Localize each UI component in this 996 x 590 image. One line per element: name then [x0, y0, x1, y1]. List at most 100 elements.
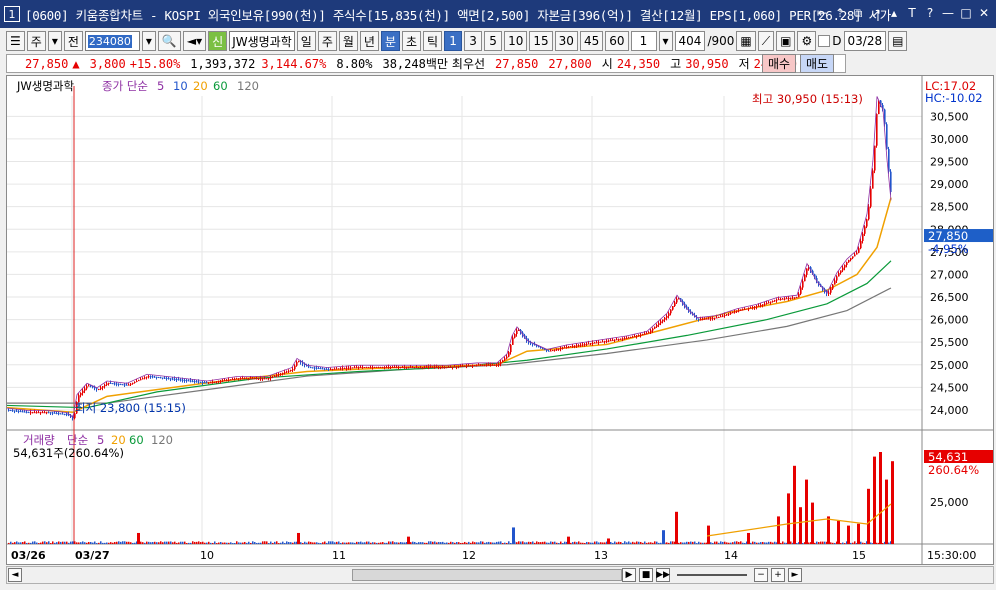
volume-bar: [864, 543, 866, 544]
volume-bar: [176, 542, 178, 544]
code-dropdown-icon[interactable]: ▾: [141, 31, 156, 51]
volume-bar: [556, 542, 558, 544]
volume-bar: [58, 541, 60, 544]
fast-forward-icon[interactable]: ▶▶: [656, 568, 670, 582]
candle-body: [450, 366, 452, 368]
count-total: /900: [707, 34, 735, 48]
volume-bar: [700, 542, 702, 544]
shin-badge[interactable]: 신: [208, 31, 228, 51]
volume-bar: [348, 542, 350, 544]
period-second[interactable]: 초: [402, 31, 422, 51]
candle-body: [192, 380, 194, 382]
sell-button[interactable]: 매도: [800, 54, 834, 73]
candle-body: [162, 377, 164, 379]
horizontal-scrollbar[interactable]: ◄: [6, 566, 994, 584]
candle-body: [80, 392, 82, 396]
volume-bar: [626, 542, 628, 544]
link-icon[interactable]: ⧉: [850, 5, 866, 21]
zoom-in-icon[interactable]: +: [771, 568, 785, 582]
interval-10[interactable]: 10: [504, 31, 528, 51]
volume-bar: [110, 542, 112, 544]
close-icon[interactable]: ✕: [976, 5, 992, 21]
settings-icon[interactable]: ⚙: [797, 31, 817, 51]
dropdown-icon[interactable]: ▾: [47, 31, 62, 51]
search-icon[interactable]: 🔍: [157, 31, 181, 51]
maximize-icon[interactable]: □: [958, 5, 974, 21]
indicator-icon[interactable]: ▦: [736, 31, 756, 51]
candle-body: [838, 273, 840, 277]
scroll-left-icon[interactable]: ◄: [8, 568, 22, 582]
count-input[interactable]: 404: [674, 31, 706, 51]
current-price-label: 27,850: [928, 229, 968, 243]
candle-body: [260, 378, 262, 380]
candle-body: [858, 248, 860, 253]
arrow-icon[interactable]: ▴: [886, 5, 902, 21]
volume-bar: [824, 541, 826, 544]
vol-current-label: 54,631: [928, 450, 968, 464]
volume-bar: [682, 542, 684, 544]
font-icon[interactable]: T: [904, 5, 920, 21]
save-icon[interactable]: ▣: [776, 31, 796, 51]
prev-button[interactable]: 전: [63, 31, 83, 51]
minimize-icon[interactable]: —: [940, 5, 956, 21]
candle-body: [216, 381, 218, 383]
period-tick[interactable]: 틱: [423, 31, 443, 51]
menu-icon[interactable]: ☰: [6, 31, 25, 51]
upload-icon[interactable]: ⇡: [832, 5, 848, 21]
drawing-icon[interactable]: ⟋: [757, 31, 775, 51]
period-month[interactable]: 월: [338, 31, 358, 51]
interval-3[interactable]: 3: [464, 31, 483, 51]
interval-15[interactable]: 15: [529, 31, 553, 51]
candle-body: [330, 369, 332, 371]
volume-bar: [240, 542, 242, 544]
interval-1[interactable]: 1: [444, 31, 463, 51]
candle-body: [272, 376, 274, 378]
share-icon[interactable]: ↗: [868, 5, 884, 21]
volume-bar: [18, 542, 20, 544]
period-year[interactable]: 년: [359, 31, 379, 51]
volume-bar: [306, 542, 308, 544]
chart-area[interactable]: 30,50030,00029,50029,00028,50028,00027,5…: [6, 75, 994, 565]
period-day[interactable]: 일: [296, 31, 316, 51]
interval-45[interactable]: 45: [579, 31, 604, 51]
volume-bar: [830, 542, 832, 544]
volume-bar: [370, 542, 372, 544]
interval-5[interactable]: 5: [484, 31, 503, 51]
period-week[interactable]: 주: [317, 31, 337, 51]
candle-body: [384, 367, 386, 369]
speed-slider[interactable]: [677, 574, 747, 576]
candle-body: [736, 310, 738, 312]
candle-body: [556, 349, 558, 351]
scroll-right-icon[interactable]: ►: [788, 568, 802, 582]
speaker-icon[interactable]: ◄▾: [182, 31, 207, 51]
pin-icon[interactable]: ⇤: [814, 5, 830, 21]
candle-body: [312, 367, 314, 369]
help-icon[interactable]: ?: [922, 5, 938, 21]
chart-svg[interactable]: 30,50030,00029,50029,00028,50028,00027,5…: [6, 76, 993, 564]
y-tick-label: 27,000: [930, 268, 969, 281]
buy-button[interactable]: 매수: [762, 54, 796, 73]
candle-body: [698, 318, 700, 320]
date-input[interactable]: 03/28: [843, 31, 887, 51]
zoom-out-icon[interactable]: −: [754, 568, 768, 582]
multiplier-input[interactable]: 1: [630, 31, 657, 51]
candle-body: [394, 367, 396, 369]
candle-body: [646, 333, 648, 335]
volume-spike-bar: [137, 532, 140, 544]
d-checkbox[interactable]: [818, 35, 831, 47]
scroll-thumb[interactable]: [352, 569, 622, 581]
multiplier-dropdown-icon[interactable]: ▾: [658, 31, 673, 51]
play-icon[interactable]: ▶: [622, 568, 636, 582]
interval-60[interactable]: 60: [605, 31, 629, 51]
stop-icon[interactable]: ■: [639, 568, 653, 582]
type-select[interactable]: 주: [26, 31, 46, 51]
candle-body: [570, 346, 572, 348]
calendar-icon[interactable]: ▤: [888, 31, 908, 51]
volume-bar: [38, 543, 40, 544]
candle-body: [776, 299, 778, 301]
period-minute[interactable]: 분: [380, 31, 400, 51]
volume-bar: [446, 542, 448, 544]
code-input[interactable]: 234080: [84, 31, 140, 51]
interval-30[interactable]: 30: [554, 31, 578, 51]
y-tick-label: 28,500: [930, 201, 969, 214]
